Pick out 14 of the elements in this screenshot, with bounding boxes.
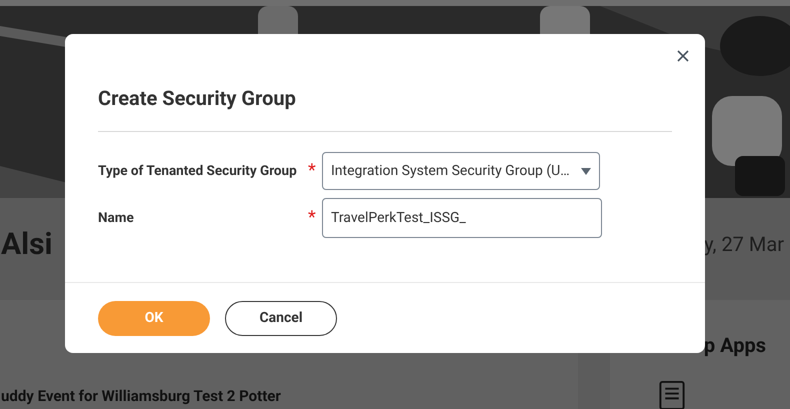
caret-icon <box>581 168 591 174</box>
card-title: uddy Event for Williamsburg Test 2 Potter <box>1 386 281 406</box>
close-icon <box>677 50 689 62</box>
field-label: Name <box>98 208 135 228</box>
field-label: Type of Tenanted Security Group <box>98 162 298 181</box>
dialog-title: Create Security Group <box>98 85 297 112</box>
type-dropdown[interactable]: Integration System Security Group (U… <box>322 152 600 190</box>
side-card-title: p Apps <box>704 332 766 359</box>
required-icon: * <box>308 209 322 227</box>
page-title: Alsi <box>1 226 52 264</box>
date-text: y, 27 Mar <box>704 231 784 258</box>
cancel-button[interactable]: Cancel <box>225 301 337 336</box>
name-input[interactable]: TravelPerkTest_ISSG_ <box>322 198 602 238</box>
required-icon: * <box>308 162 322 180</box>
